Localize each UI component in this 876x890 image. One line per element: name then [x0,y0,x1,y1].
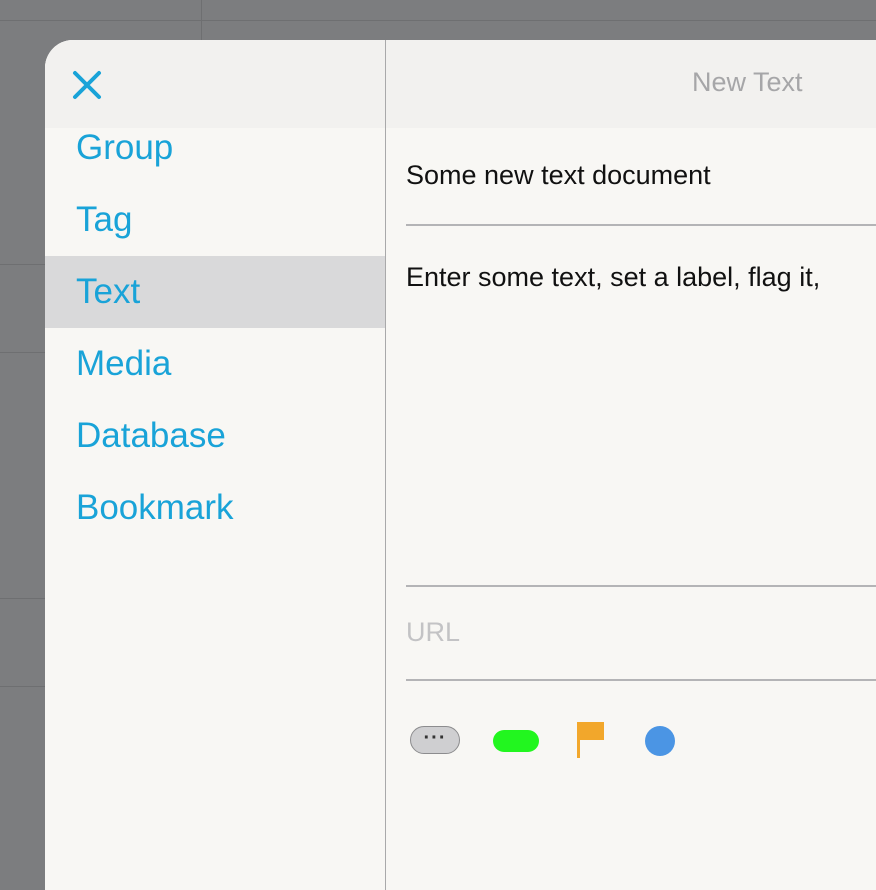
background-divider [0,352,45,353]
menu-item-bookmark[interactable]: Bookmark [45,472,385,544]
menu-item-label: Bookmark [76,488,234,527]
menu-item-database[interactable]: Database [45,400,385,472]
label-color-pill[interactable] [493,730,539,752]
field-divider [406,585,876,587]
new-item-sheet: Group Tag Text Media Database Bookmark N… [45,40,876,890]
item-type-sidebar: Group Tag Text Media Database Bookmark [45,40,385,890]
menu-item-tag[interactable]: Tag [45,184,385,256]
close-icon [73,71,101,99]
background-divider [0,686,45,687]
flag-icon [577,722,604,758]
field-divider [406,224,876,226]
menu-item-group[interactable]: Group [45,112,385,184]
editor-header: New Text [386,40,876,128]
text-body-field[interactable]: Enter some text, set a label, flag it, [406,262,876,293]
url-field[interactable]: URL [406,617,876,648]
item-type-list: Group Tag Text Media Database Bookmark [45,128,385,580]
menu-item-label: Group [76,128,174,167]
more-options-button[interactable]: ··· [410,726,460,754]
close-button[interactable] [70,68,104,102]
field-divider [406,679,876,681]
item-controls: ··· [410,722,710,758]
menu-item-label: Media [76,344,172,383]
menu-item-text[interactable]: Text [45,256,385,328]
menu-item-label: Text [76,272,141,311]
menu-item-label: Tag [76,200,133,239]
editor-pane: New Text Enter some text, set a label, f… [386,40,876,890]
ellipsis-icon: ··· [423,727,447,749]
title-field[interactable] [406,160,876,191]
page-title: New Text [692,67,803,97]
background-divider [0,20,876,21]
background-divider [201,0,202,40]
color-dot[interactable] [645,726,675,756]
background-divider [0,598,45,599]
flag-button[interactable] [576,720,606,760]
background-divider [0,264,45,265]
menu-item-label: Database [76,416,226,455]
menu-item-media[interactable]: Media [45,328,385,400]
